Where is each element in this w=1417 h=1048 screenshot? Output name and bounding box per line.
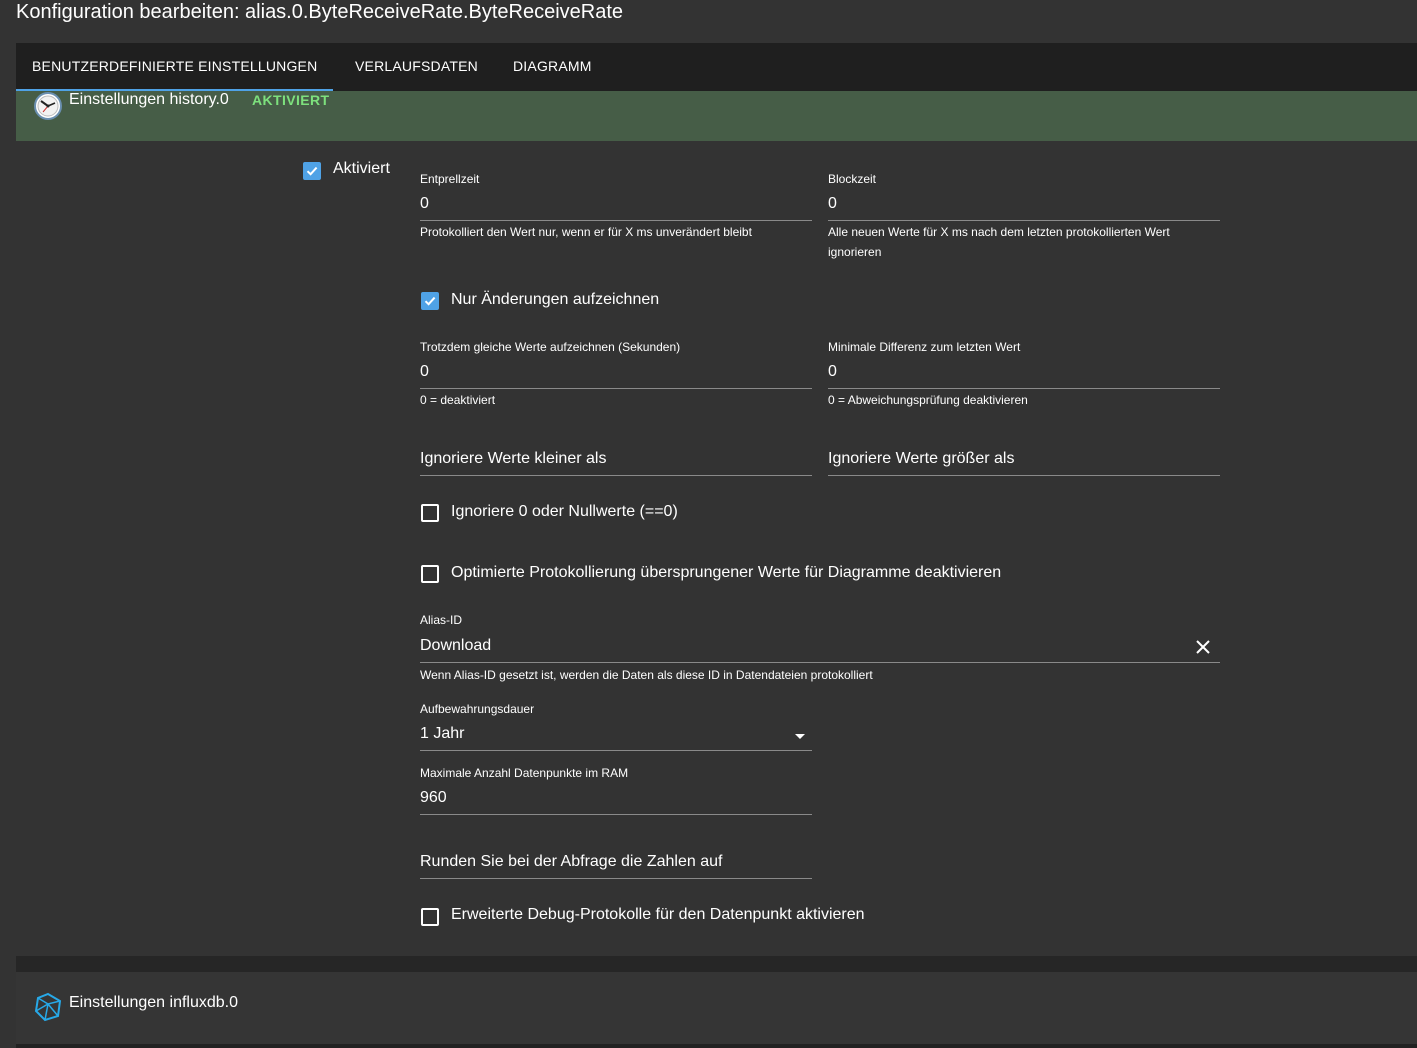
ignore-zero-label: Ignoriere 0 oder Nullwerte (==0) bbox=[451, 503, 678, 520]
changes-relog-label: Trotzdem gleiche Werte aufzeichnen (Seku… bbox=[420, 340, 681, 354]
check-icon bbox=[424, 296, 436, 306]
alias-id-underline bbox=[420, 662, 1220, 663]
retention-underline bbox=[420, 750, 812, 751]
tab-custom-settings[interactable]: BENUTZERDEFINIERTE EINSTELLUNGEN bbox=[15, 43, 334, 91]
debug-checkbox[interactable] bbox=[421, 908, 439, 926]
influx-section-title: Einstellungen influxdb.0 bbox=[69, 994, 239, 1011]
clock-icon bbox=[34, 92, 62, 120]
blocktime-underline bbox=[828, 220, 1220, 221]
bottom-edge bbox=[16, 1044, 1417, 1048]
min-delta-helper: 0 = Abweichungsprüfung deaktivieren bbox=[828, 393, 1028, 407]
influx-section-header[interactable]: Einstellungen influxdb.0 bbox=[16, 972, 1417, 1044]
check-icon bbox=[306, 166, 318, 176]
ignore-above-underline bbox=[828, 475, 1220, 476]
enabled-label: Aktiviert bbox=[333, 160, 390, 177]
tab-history-data[interactable]: VERLAUFSDATEN bbox=[355, 43, 478, 91]
history-section-header[interactable]: Einstellungen history.0 AKTIVIERT bbox=[16, 91, 1417, 141]
history-section-title: Einstellungen history.0 bbox=[69, 91, 229, 108]
changes-only-label: Nur Änderungen aufzeichnen bbox=[451, 291, 660, 308]
page-title: Konfiguration bearbeiten: alias.0.ByteRe… bbox=[16, 1, 624, 23]
debounce-underline bbox=[420, 220, 812, 221]
ignore-below-input[interactable]: Ignoriere Werte kleiner als bbox=[420, 450, 606, 468]
caret-down-icon[interactable] bbox=[794, 732, 806, 740]
history-settings-panel: Aktiviert Entprellzeit 0 Protokolliert d… bbox=[16, 141, 1417, 956]
debounce-helper: Protokolliert den Wert nur, wenn er für … bbox=[420, 225, 752, 239]
close-icon[interactable] bbox=[1196, 640, 1210, 654]
round-input[interactable]: Runden Sie bei der Abfrage die Zahlen au… bbox=[420, 853, 722, 871]
max-points-label: Maximale Anzahl Datenpunkte im RAM bbox=[420, 766, 629, 780]
ignore-zero-checkbox[interactable] bbox=[421, 504, 439, 522]
max-points-underline bbox=[420, 814, 812, 815]
debug-label: Erweiterte Debug-Protokolle für den Date… bbox=[451, 906, 865, 923]
influxdb-icon bbox=[34, 992, 62, 1022]
round-underline bbox=[420, 878, 812, 879]
min-delta-input[interactable]: 0 bbox=[828, 363, 1220, 381]
changes-relog-helper: 0 = deaktiviert bbox=[420, 393, 496, 407]
disable-skipped-checkbox[interactable] bbox=[421, 565, 439, 583]
blocktime-input[interactable]: 0 bbox=[828, 195, 1220, 213]
disable-skipped-label: Optimierte Protokollierung übersprungene… bbox=[451, 564, 1002, 581]
max-points-input[interactable]: 960 bbox=[420, 789, 812, 807]
history-status-badge: AKTIVIERT bbox=[252, 92, 330, 108]
tab-chart[interactable]: DIAGRAMM bbox=[513, 43, 592, 91]
blocktime-label: Blockzeit bbox=[828, 172, 877, 186]
changes-relog-underline bbox=[420, 388, 812, 389]
min-delta-underline bbox=[828, 388, 1220, 389]
alias-id-input[interactable]: Download bbox=[420, 637, 1180, 655]
blocktime-helper: Alle neuen Werte für X ms nach dem letzt… bbox=[828, 225, 1170, 259]
enabled-checkbox[interactable] bbox=[303, 162, 321, 180]
tab-bar: BENUTZERDEFINIERTE EINSTELLUNGEN VERLAUF… bbox=[15, 43, 1417, 91]
retention-label: Aufbewahrungsdauer bbox=[420, 702, 535, 716]
section-divider bbox=[16, 956, 1417, 972]
min-delta-label: Minimale Differenz zum letzten Wert bbox=[828, 340, 1021, 354]
retention-select[interactable]: 1 Jahr bbox=[420, 725, 780, 743]
ignore-above-input[interactable]: Ignoriere Werte größer als bbox=[828, 450, 1014, 468]
changes-only-checkbox[interactable] bbox=[421, 292, 439, 310]
alias-id-helper: Wenn Alias-ID gesetzt ist, werden die Da… bbox=[420, 668, 873, 682]
changes-relog-input[interactable]: 0 bbox=[420, 363, 812, 381]
ignore-below-underline bbox=[420, 475, 812, 476]
debounce-label: Entprellzeit bbox=[420, 172, 480, 186]
debounce-input[interactable]: 0 bbox=[420, 195, 812, 213]
alias-id-label: Alias-ID bbox=[420, 613, 463, 627]
